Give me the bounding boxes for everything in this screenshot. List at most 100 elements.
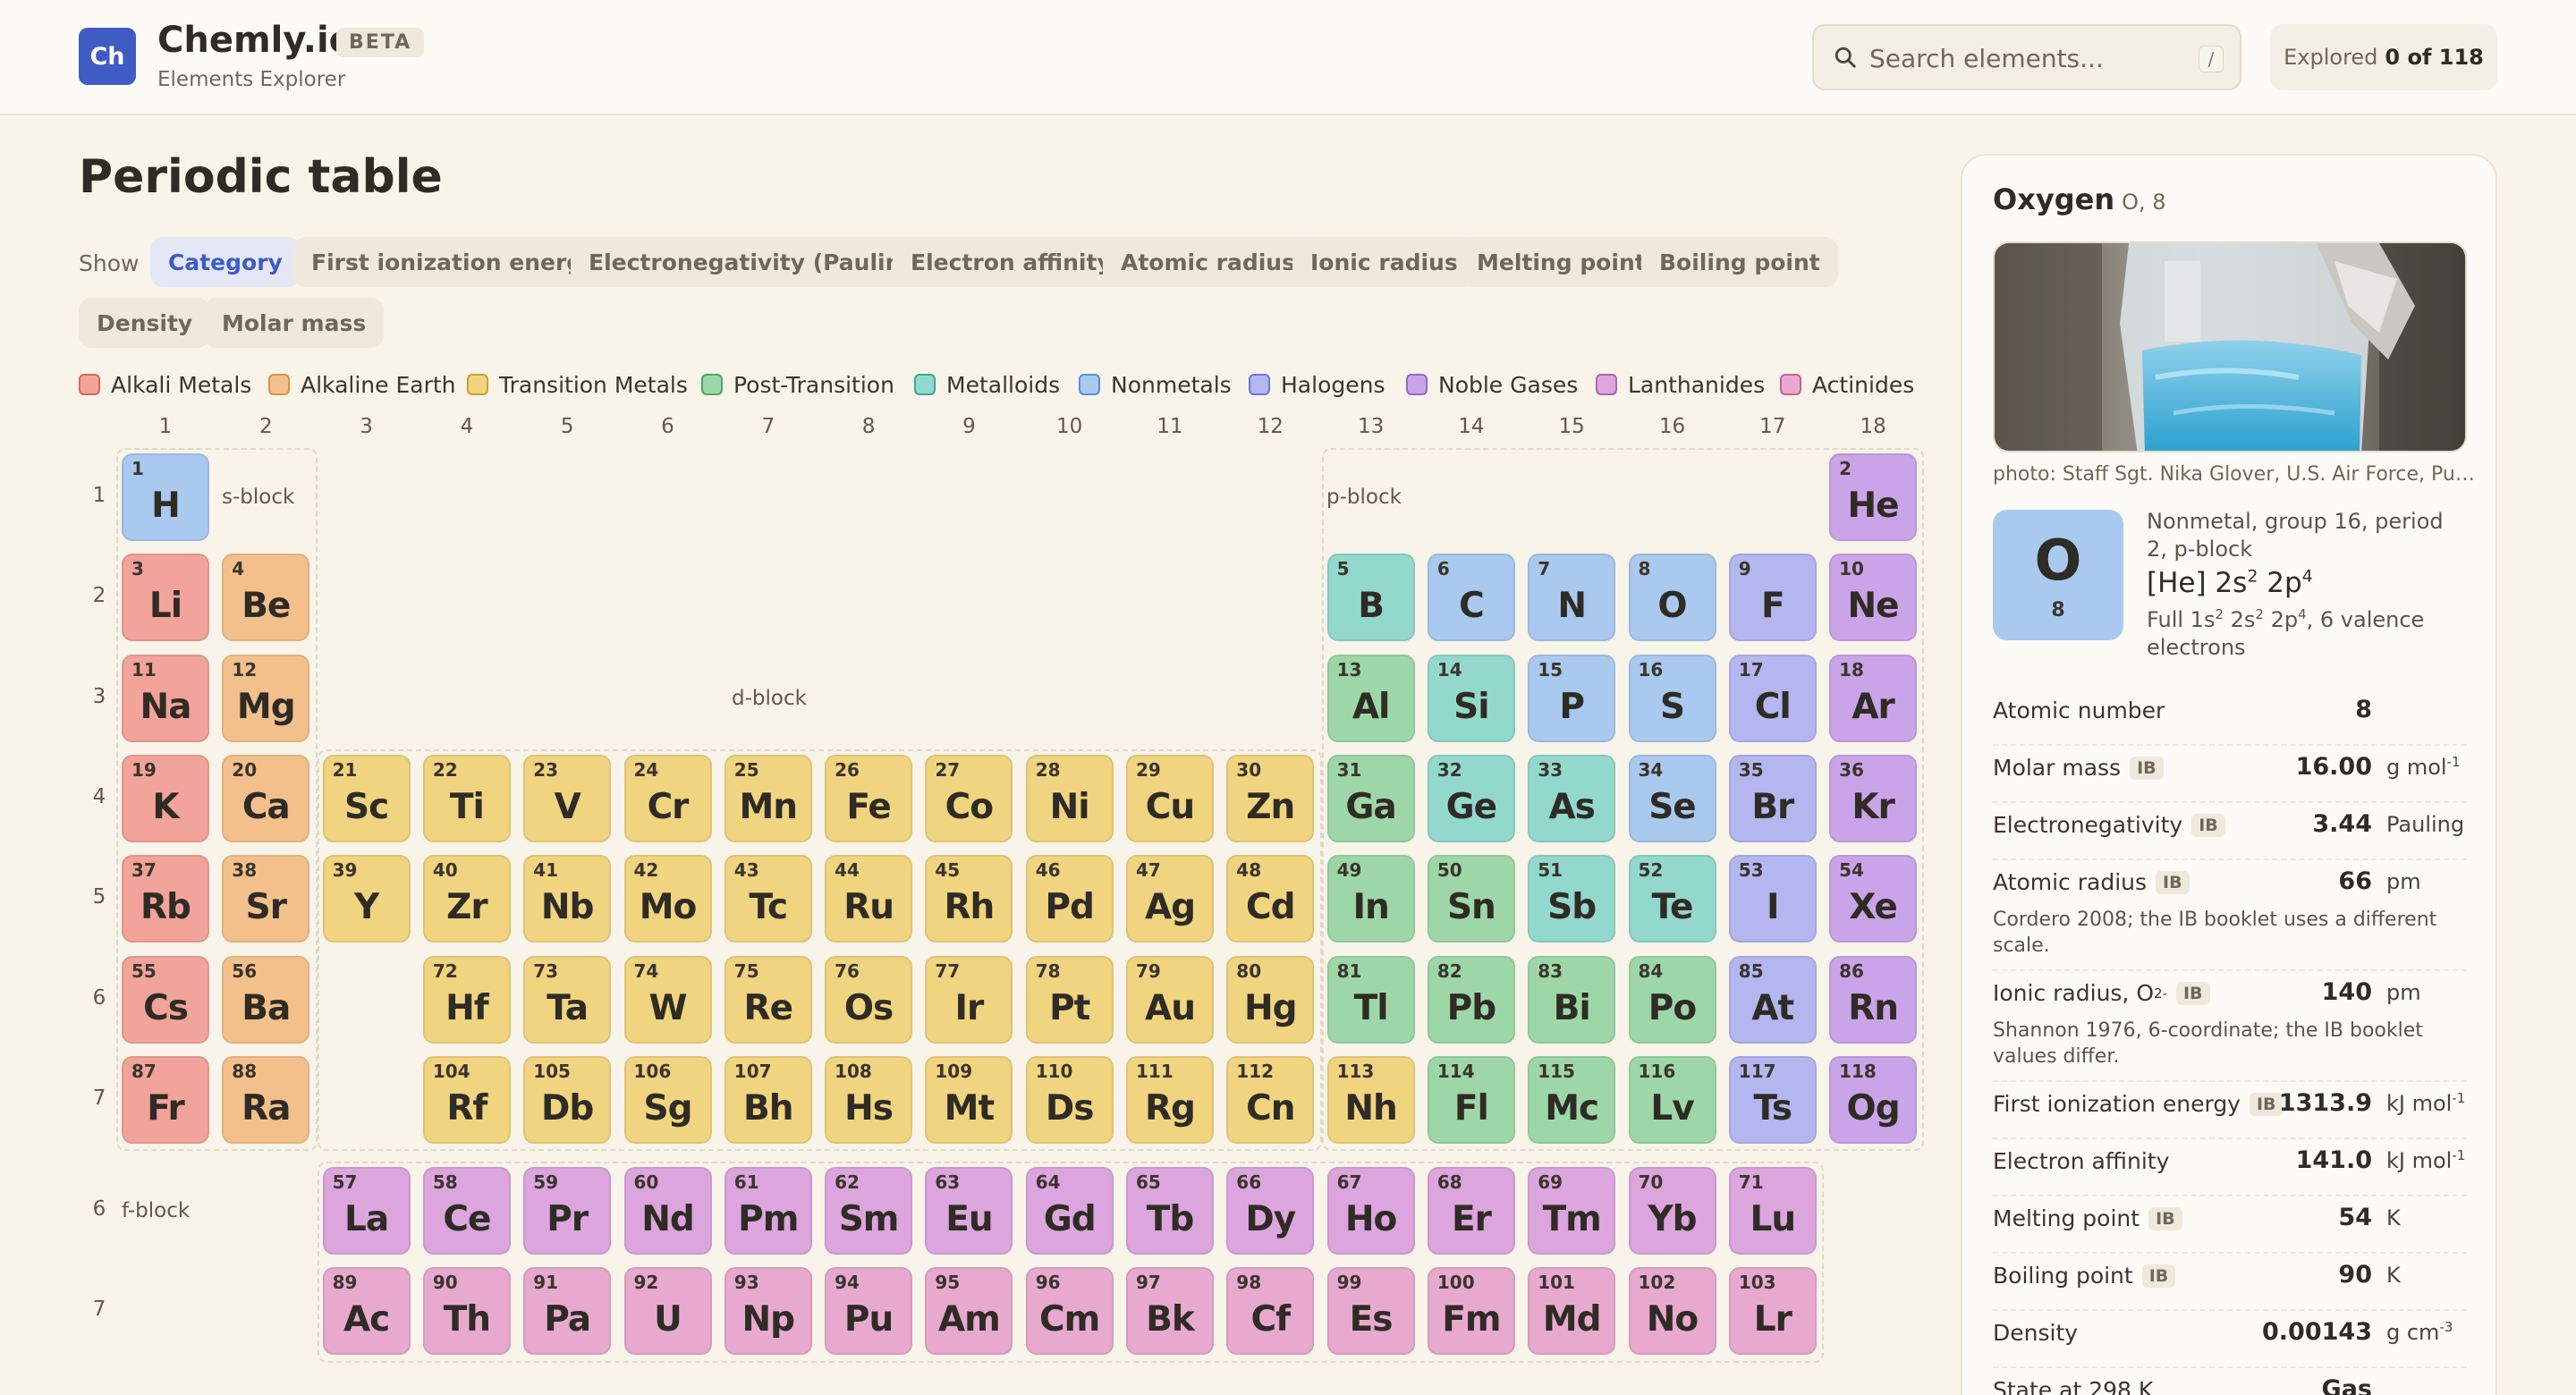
element-tile-th[interactable]: 90 Th (422, 1267, 511, 1356)
element-tile-be[interactable]: 4 Be (222, 554, 310, 642)
element-tile-ra[interactable]: 88 Ra (222, 1055, 310, 1144)
tab-density[interactable]: Density (79, 298, 211, 348)
element-tile-o[interactable]: 8O (1628, 554, 1716, 642)
element-tile-b[interactable]: 5B (1326, 554, 1415, 642)
element-tile-rh[interactable]: 45 Rh (925, 855, 1013, 943)
element-tile-fm[interactable]: 100 Fm (1427, 1267, 1515, 1356)
element-tile-f[interactable]: 9F (1728, 554, 1817, 642)
element-tile-fe[interactable]: 26 Fe (825, 754, 913, 842)
brand-name[interactable]: Chemly.io (157, 20, 353, 61)
element-tile-sb[interactable]: 51 Sb (1528, 855, 1616, 943)
element-tile-na[interactable]: 11 Na (122, 654, 209, 742)
element-tile-ni[interactable]: 28 Ni (1025, 754, 1114, 842)
element-tile-se[interactable]: 34 Se (1628, 754, 1716, 842)
element-tile-os[interactable]: 76 Os (825, 955, 913, 1044)
element-tile-mg[interactable]: 12 Mg (222, 654, 310, 742)
element-tile-ar[interactable]: 18 Ar (1829, 654, 1918, 742)
element-tile-cf[interactable]: 98 Cf (1226, 1267, 1315, 1356)
tab-ionic-radius[interactable]: Ionic radius (1292, 237, 1476, 287)
element-tile-cd[interactable]: 48 Cd (1226, 855, 1315, 943)
element-tile-xe[interactable]: 54 Xe (1829, 855, 1918, 943)
element-tile-c[interactable]: 6C (1427, 554, 1515, 642)
element-tile-sm[interactable]: 62 Sm (825, 1167, 913, 1255)
element-tile-fr[interactable]: 87 Fr (122, 1055, 209, 1144)
tab-first-ionization-energy[interactable]: First ionization energy (293, 237, 615, 287)
element-tile-pr[interactable]: 59 Pr (523, 1167, 612, 1255)
element-tile-yb[interactable]: 70 Yb (1628, 1167, 1716, 1255)
element-tile-cm[interactable]: 96 Cm (1025, 1267, 1114, 1356)
element-tile-te[interactable]: 52 Te (1628, 855, 1716, 943)
element-tile-si[interactable]: 14 Si (1427, 654, 1515, 742)
element-tile-tb[interactable]: 65 Tb (1126, 1167, 1214, 1255)
element-tile-au[interactable]: 79 Au (1126, 955, 1214, 1044)
element-tile-es[interactable]: 99 Es (1326, 1267, 1415, 1356)
element-tile-cs[interactable]: 55 Cs (122, 955, 209, 1044)
element-tile-bk[interactable]: 97 Bk (1126, 1267, 1214, 1356)
element-tile-sn[interactable]: 50 Sn (1427, 855, 1515, 943)
element-tile-p[interactable]: 15 P (1528, 654, 1616, 742)
element-tile-dy[interactable]: 66 Dy (1226, 1167, 1315, 1255)
element-tile-lr[interactable]: 103 Lr (1728, 1267, 1817, 1356)
element-tile-ho[interactable]: 67 Ho (1326, 1167, 1415, 1255)
element-tile-nd[interactable]: 60 Nd (623, 1167, 712, 1255)
element-tile-rf[interactable]: 104 Rf (422, 1055, 511, 1144)
element-tile-v[interactable]: 23 V (523, 754, 612, 842)
element-tile-pa[interactable]: 91 Pa (523, 1267, 612, 1356)
app-logo[interactable]: Ch (79, 28, 136, 85)
element-tile-nb[interactable]: 41 Nb (523, 855, 612, 943)
element-tile-ga[interactable]: 31 Ga (1326, 754, 1415, 842)
element-tile-db[interactable]: 105 Db (523, 1055, 612, 1144)
element-tile-y[interactable]: 39 Y (322, 855, 411, 943)
element-tile-po[interactable]: 84 Po (1628, 955, 1716, 1044)
element-tile-rg[interactable]: 111 Rg (1126, 1055, 1214, 1144)
element-tile-ca[interactable]: 20 Ca (222, 754, 310, 842)
element-tile-tl[interactable]: 81 Tl (1326, 955, 1415, 1044)
element-tile-re[interactable]: 75 Re (724, 955, 812, 1044)
tab-atomic-radius[interactable]: Atomic radius (1103, 237, 1313, 287)
tab-electronegativity[interactable]: Electronegativity (Pauling) (571, 237, 945, 287)
element-tile-ba[interactable]: 56 Ba (222, 955, 310, 1044)
element-tile-w[interactable]: 74 W (623, 955, 712, 1044)
tab-melting-point[interactable]: Melting point (1459, 237, 1664, 287)
element-tile-ti[interactable]: 22 Ti (422, 754, 511, 842)
element-tile-hg[interactable]: 80 Hg (1226, 955, 1315, 1044)
element-tile-co[interactable]: 27 Co (925, 754, 1013, 842)
element-tile-in[interactable]: 49 In (1326, 855, 1415, 943)
tab-electron-affinity[interactable]: Electron affinity (893, 237, 1130, 287)
element-tile-s[interactable]: 16 S (1628, 654, 1716, 742)
element-tile-hf[interactable]: 72 Hf (422, 955, 511, 1044)
element-tile-cu[interactable]: 29 Cu (1126, 754, 1214, 842)
element-tile-er[interactable]: 68 Er (1427, 1167, 1515, 1255)
element-tile-am[interactable]: 95 Am (925, 1267, 1013, 1356)
element-tile-bi[interactable]: 83 Bi (1528, 955, 1616, 1044)
element-tile-ne[interactable]: 10 Ne (1829, 554, 1918, 642)
element-tile-kr[interactable]: 36 Kr (1829, 754, 1918, 842)
element-tile-mn[interactable]: 25 Mn (724, 754, 812, 842)
element-tile-tc[interactable]: 43 Tc (724, 855, 812, 943)
element-tile-zr[interactable]: 40 Zr (422, 855, 511, 943)
element-tile-bh[interactable]: 107 Bh (724, 1055, 812, 1144)
element-tile-k[interactable]: 19 K (122, 754, 209, 842)
element-tile-cl[interactable]: 17 Cl (1728, 654, 1817, 742)
element-tile-mt[interactable]: 109 Mt (925, 1055, 1013, 1144)
element-tile-ru[interactable]: 44 Ru (825, 855, 913, 943)
element-tile-og[interactable]: 118 Og (1829, 1055, 1918, 1144)
element-tile-h[interactable]: 1H (122, 453, 209, 541)
element-tile-gd[interactable]: 64 Gd (1025, 1167, 1114, 1255)
element-tile-tm[interactable]: 69 Tm (1528, 1167, 1616, 1255)
element-tile-ta[interactable]: 73 Ta (523, 955, 612, 1044)
element-tile-al[interactable]: 13 Al (1326, 654, 1415, 742)
element-tile-n[interactable]: 7N (1528, 554, 1616, 642)
element-tile-ds[interactable]: 110 Ds (1025, 1055, 1114, 1144)
element-tile-at[interactable]: 85 At (1728, 955, 1817, 1044)
element-tile-la[interactable]: 57 La (322, 1167, 411, 1255)
tab-boiling-point[interactable]: Boiling point (1641, 237, 1838, 287)
element-tile-hs[interactable]: 108 Hs (825, 1055, 913, 1144)
element-tile-as[interactable]: 33 As (1528, 754, 1616, 842)
element-tile-rb[interactable]: 37 Rb (122, 855, 209, 943)
element-tile-zn[interactable]: 30 Zn (1226, 754, 1315, 842)
element-tile-ts[interactable]: 117 Ts (1728, 1055, 1817, 1144)
element-tile-ir[interactable]: 77 Ir (925, 955, 1013, 1044)
element-tile-ge[interactable]: 32 Ge (1427, 754, 1515, 842)
element-tile-pu[interactable]: 94 Pu (825, 1267, 913, 1356)
